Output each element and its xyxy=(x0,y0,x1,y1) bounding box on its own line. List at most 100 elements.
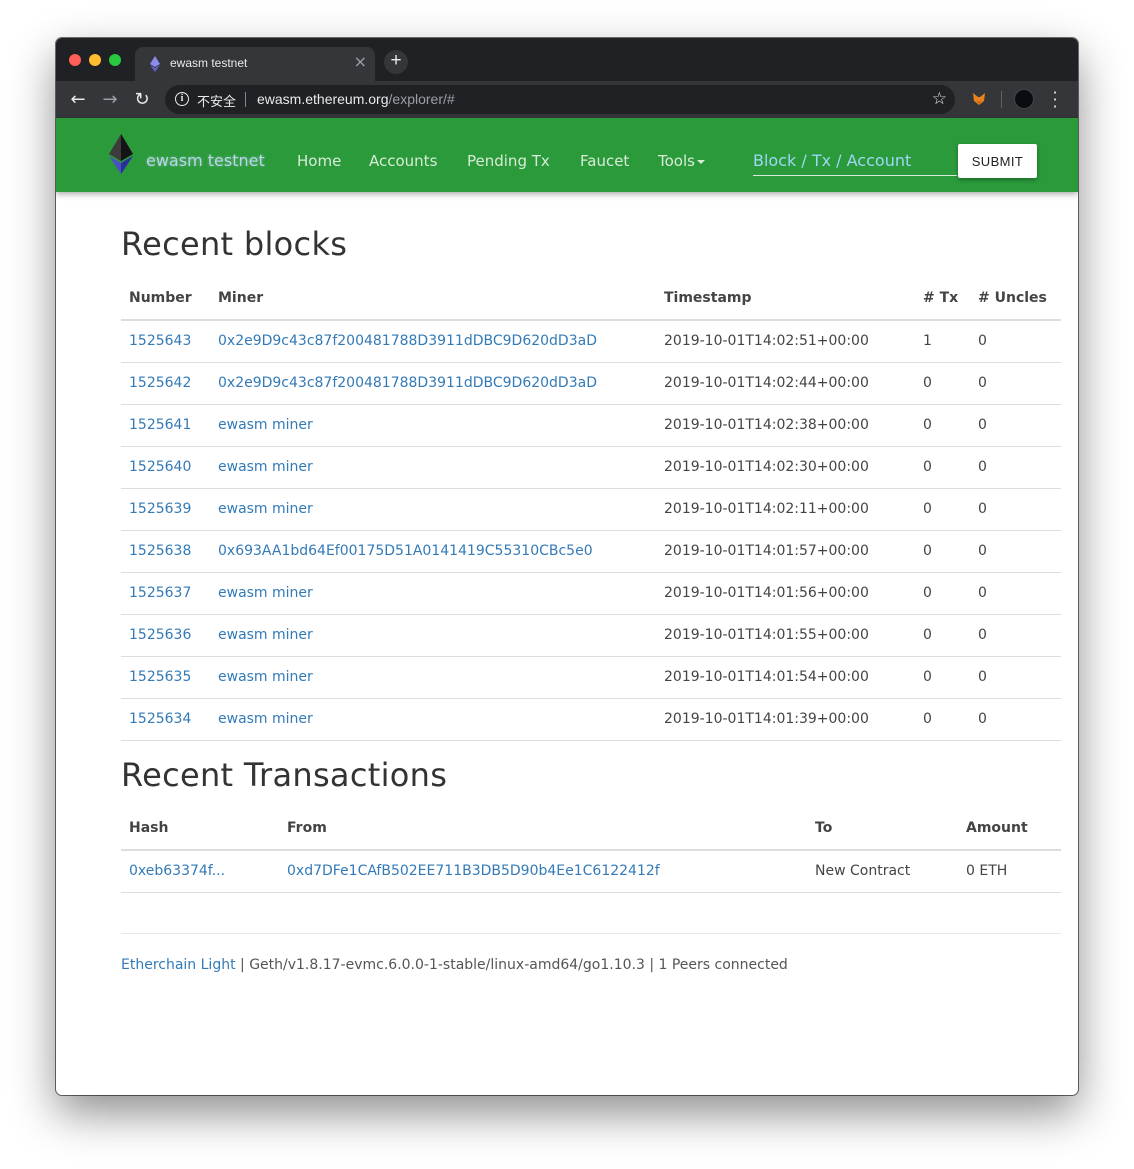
uncles-count-cell: 0 xyxy=(970,530,1061,573)
block-number-cell: 1525634 xyxy=(121,698,210,741)
close-window-button[interactable] xyxy=(69,54,81,66)
timestamp-cell: 2019-10-01T14:02:51+00:00 xyxy=(656,320,915,363)
omnibox-divider xyxy=(245,92,246,107)
table-header-row: Hash From To Amount xyxy=(121,806,1061,851)
tx-count-cell: 0 xyxy=(915,656,970,699)
metamask-fox-icon[interactable] xyxy=(972,92,986,106)
recent-blocks-table: Number Miner Timestamp # Tx # Uncles 152… xyxy=(121,277,1061,741)
miner-link[interactable]: ewasm miner xyxy=(218,627,313,643)
block-number-cell: 1525636 xyxy=(121,614,210,657)
block-number-link[interactable]: 1525641 xyxy=(129,417,191,433)
timestamp-cell: 2019-10-01T14:02:44+00:00 xyxy=(656,362,915,405)
nav-tools-label: Tools xyxy=(658,152,695,170)
timestamp-cell: 2019-10-01T14:01:55+00:00 xyxy=(656,614,915,657)
block-number-link[interactable]: 1525640 xyxy=(129,459,191,475)
tab-strip: ewasm testnet × + xyxy=(56,38,1078,81)
block-number-link[interactable]: 1525637 xyxy=(129,585,191,601)
insecure-label: 不安全 xyxy=(197,95,237,110)
url-text[interactable]: ewasm.ethereum.org/explorer/# xyxy=(257,91,455,107)
site-navbar: ewasm testnet Home Accounts Pending Tx F… xyxy=(56,118,1078,192)
nav-home-link[interactable]: Home xyxy=(297,152,341,170)
miner-link[interactable]: ewasm miner xyxy=(218,417,313,433)
tx-count-cell: 0 xyxy=(915,446,970,489)
zoom-window-button[interactable] xyxy=(109,54,121,66)
timestamp-cell: 2019-10-01T14:01:56+00:00 xyxy=(656,572,915,615)
miner-link[interactable]: 0x2e9D9c43c87f200481788D3911dDBC9D620dD3… xyxy=(218,375,597,391)
tx-count-cell: 0 xyxy=(915,362,970,405)
block-number-link[interactable]: 1525634 xyxy=(129,711,191,727)
new-tab-button[interactable]: + xyxy=(384,50,408,74)
block-number-cell: 1525637 xyxy=(121,572,210,615)
submit-button[interactable]: SUBMIT xyxy=(958,144,1037,178)
toolbar-divider xyxy=(1001,91,1002,108)
miner-cell: ewasm miner xyxy=(210,488,656,531)
miner-link[interactable]: ewasm miner xyxy=(218,711,313,727)
main-content: Recent blocks Number Miner Timestamp # T… xyxy=(121,192,1061,973)
block-number-link[interactable]: 1525638 xyxy=(129,543,191,559)
tx-count-cell: 0 xyxy=(915,404,970,447)
uncles-count-cell: 0 xyxy=(970,656,1061,699)
browser-tab[interactable]: ewasm testnet × xyxy=(135,47,375,81)
miner-link[interactable]: ewasm miner xyxy=(218,669,313,685)
tx-count-cell: 0 xyxy=(915,488,970,531)
miner-link[interactable]: 0x693AA1bd64Ef00175D51A0141419C55310CBc5… xyxy=(218,543,593,559)
tx-hash-link[interactable]: 0xeb63374f... xyxy=(129,863,225,879)
uncles-count-cell: 0 xyxy=(970,320,1061,363)
block-number-cell: 1525641 xyxy=(121,404,210,447)
nav-accounts-link[interactable]: Accounts xyxy=(369,152,437,170)
table-row: 1525640 ewasm miner 2019-10-01T14:02:30+00… xyxy=(121,446,1061,489)
recent-blocks-body: 1525643 0x2e9D9c43c87f200481788D3911dDBC9… xyxy=(121,320,1061,741)
block-number-cell: 1525639 xyxy=(121,488,210,531)
minimize-window-button[interactable] xyxy=(89,54,101,66)
block-number-link[interactable]: 1525639 xyxy=(129,501,191,517)
info-icon[interactable]: i xyxy=(175,92,189,106)
miner-cell: ewasm miner xyxy=(210,656,656,699)
uncles-count-cell: 0 xyxy=(970,488,1061,531)
footer-status-text: | Geth/v1.8.17-evmc.6.0.0-1-stable/linux… xyxy=(235,957,788,973)
back-arrow-icon[interactable]: ← xyxy=(68,90,88,110)
bookmark-star-icon[interactable]: ☆ xyxy=(932,89,947,109)
miner-cell: ewasm miner xyxy=(210,446,656,489)
block-tx-account-search-input[interactable] xyxy=(753,146,957,176)
block-number-link[interactable]: 1525636 xyxy=(129,627,191,643)
footer: Etherchain Light | Geth/v1.8.17-evmc.6.0… xyxy=(121,957,788,973)
recent-blocks-heading: Recent blocks xyxy=(121,225,348,263)
column-header-tx-count: # Tx xyxy=(915,277,970,321)
uncles-count-cell: 0 xyxy=(970,614,1061,657)
reload-icon[interactable]: ↻ xyxy=(132,90,152,110)
etherchain-light-link[interactable]: Etherchain Light xyxy=(121,957,236,973)
miner-link[interactable]: ewasm miner xyxy=(218,459,313,475)
miner-link[interactable]: ewasm miner xyxy=(218,585,313,601)
block-number-link[interactable]: 1525643 xyxy=(129,333,191,349)
block-number-link[interactable]: 1525642 xyxy=(129,375,191,391)
brand-link[interactable]: ewasm testnet xyxy=(146,151,265,170)
tab-close-icon[interactable]: × xyxy=(354,53,367,71)
ethereum-favicon-icon xyxy=(150,56,160,72)
miner-link[interactable]: 0x2e9D9c43c87f200481788D3911dDBC9D620dD3… xyxy=(218,333,597,349)
ethereum-logo-icon[interactable] xyxy=(108,134,134,174)
tx-from-cell: 0xd7DFe1CAfB502EE711B3DB5D90b4Ee1C612241… xyxy=(279,849,807,893)
miner-cell: 0x693AA1bd64Ef00175D51A0141419C55310CBc5… xyxy=(210,530,656,573)
column-header-amount: Amount xyxy=(958,806,1061,851)
miner-link[interactable]: ewasm miner xyxy=(218,501,313,517)
more-menu-icon[interactable]: · · · xyxy=(1049,85,1061,115)
block-number-link[interactable]: 1525635 xyxy=(129,669,191,685)
block-number-cell: 1525640 xyxy=(121,446,210,489)
footer-divider xyxy=(121,933,1061,934)
miner-cell: ewasm miner xyxy=(210,698,656,741)
nav-faucet-link[interactable]: Faucet xyxy=(580,152,629,170)
timestamp-cell: 2019-10-01T14:02:38+00:00 xyxy=(656,404,915,447)
forward-arrow-icon[interactable]: → xyxy=(100,90,120,110)
address-bar[interactable]: i 不安全 ewasm.ethereum.org/explorer/# ☆ xyxy=(165,85,955,114)
tx-from-link[interactable]: 0xd7DFe1CAfB502EE711B3DB5D90b4Ee1C612241… xyxy=(287,863,660,879)
nav-pending-tx-link[interactable]: Pending Tx xyxy=(467,152,550,170)
uncles-count-cell: 0 xyxy=(970,698,1061,741)
table-row: 0xeb63374f... 0xd7DFe1CAfB502EE711B3DB5D9… xyxy=(121,849,1061,893)
profile-avatar[interactable] xyxy=(1014,89,1034,109)
tx-count-cell: 0 xyxy=(915,614,970,657)
url-path: /explorer/# xyxy=(388,91,455,107)
tx-count-cell: 0 xyxy=(915,572,970,615)
nav-tools-dropdown[interactable]: Tools xyxy=(658,152,705,170)
table-row: 1525636 ewasm miner 2019-10-01T14:01:55+00… xyxy=(121,614,1061,657)
tx-count-cell: 0 xyxy=(915,698,970,741)
